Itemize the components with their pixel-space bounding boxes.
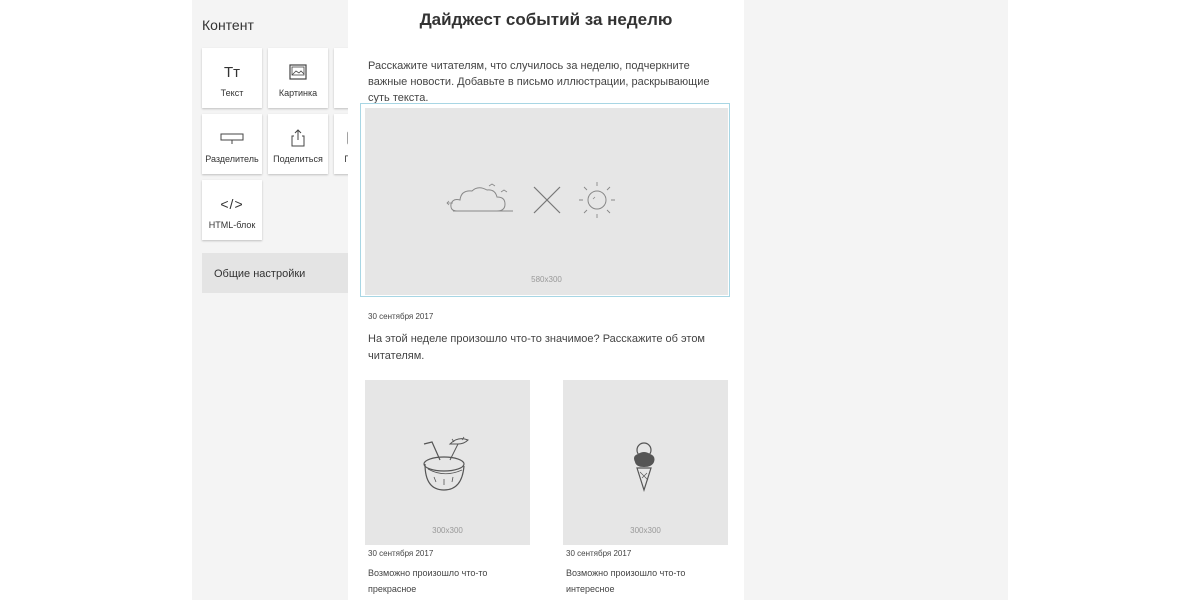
- email-intro-text[interactable]: Расскажите читателям, что случилось за н…: [368, 58, 728, 106]
- tile-html-block[interactable]: </> HTML-блок: [202, 180, 262, 240]
- cloud-times-sun-icon: [445, 180, 625, 225]
- card-caption[interactable]: Возможно произошло что-то прекрасное: [368, 565, 518, 597]
- general-settings-label: Общие настройки: [214, 268, 306, 280]
- card-date[interactable]: 30 сентября 2017: [566, 549, 631, 558]
- tile-label: HTML-блок: [208, 220, 256, 230]
- code-icon: </>: [220, 196, 244, 212]
- share-icon: [268, 128, 328, 148]
- email-preview: Дайджест событий за неделю Расскажите чи…: [348, 0, 744, 600]
- card-caption[interactable]: Возможно произошло что-то интересное: [566, 565, 716, 597]
- card-date[interactable]: 30 сентября 2017: [368, 549, 433, 558]
- email-title[interactable]: Дайджест событий за неделю: [348, 10, 744, 30]
- image-size-label: 300x300: [630, 526, 661, 535]
- card-image-placeholder[interactable]: 300x300: [365, 380, 530, 545]
- image-size-label: 300x300: [432, 526, 463, 535]
- coconut-drink-icon: [420, 436, 476, 501]
- tile-text[interactable]: Tт Текст: [202, 48, 262, 108]
- lead-text[interactable]: На этой неделе произошло что-то значимое…: [368, 331, 708, 365]
- image-icon: [268, 62, 328, 82]
- tile-label: Текст: [220, 88, 244, 98]
- divider-icon: [202, 128, 262, 148]
- tile-image[interactable]: Картинка: [268, 48, 328, 108]
- tile-share[interactable]: Поделиться: [268, 114, 328, 174]
- card-image-placeholder[interactable]: 300x300: [563, 380, 728, 545]
- article-date[interactable]: 30 сентября 2017: [368, 312, 433, 321]
- image-size-label: 580x300: [531, 275, 562, 284]
- tile-divider[interactable]: Разделитель: [202, 114, 262, 174]
- tile-label: Разделитель: [205, 154, 259, 164]
- ice-cream-icon: [630, 440, 660, 499]
- sidebar-title: Контент: [202, 17, 254, 33]
- tile-label: Картинка: [278, 88, 318, 98]
- text-icon: Tт: [223, 63, 241, 81]
- tile-label: Поделиться: [273, 154, 323, 164]
- hero-image-placeholder[interactable]: 580x300: [365, 108, 728, 295]
